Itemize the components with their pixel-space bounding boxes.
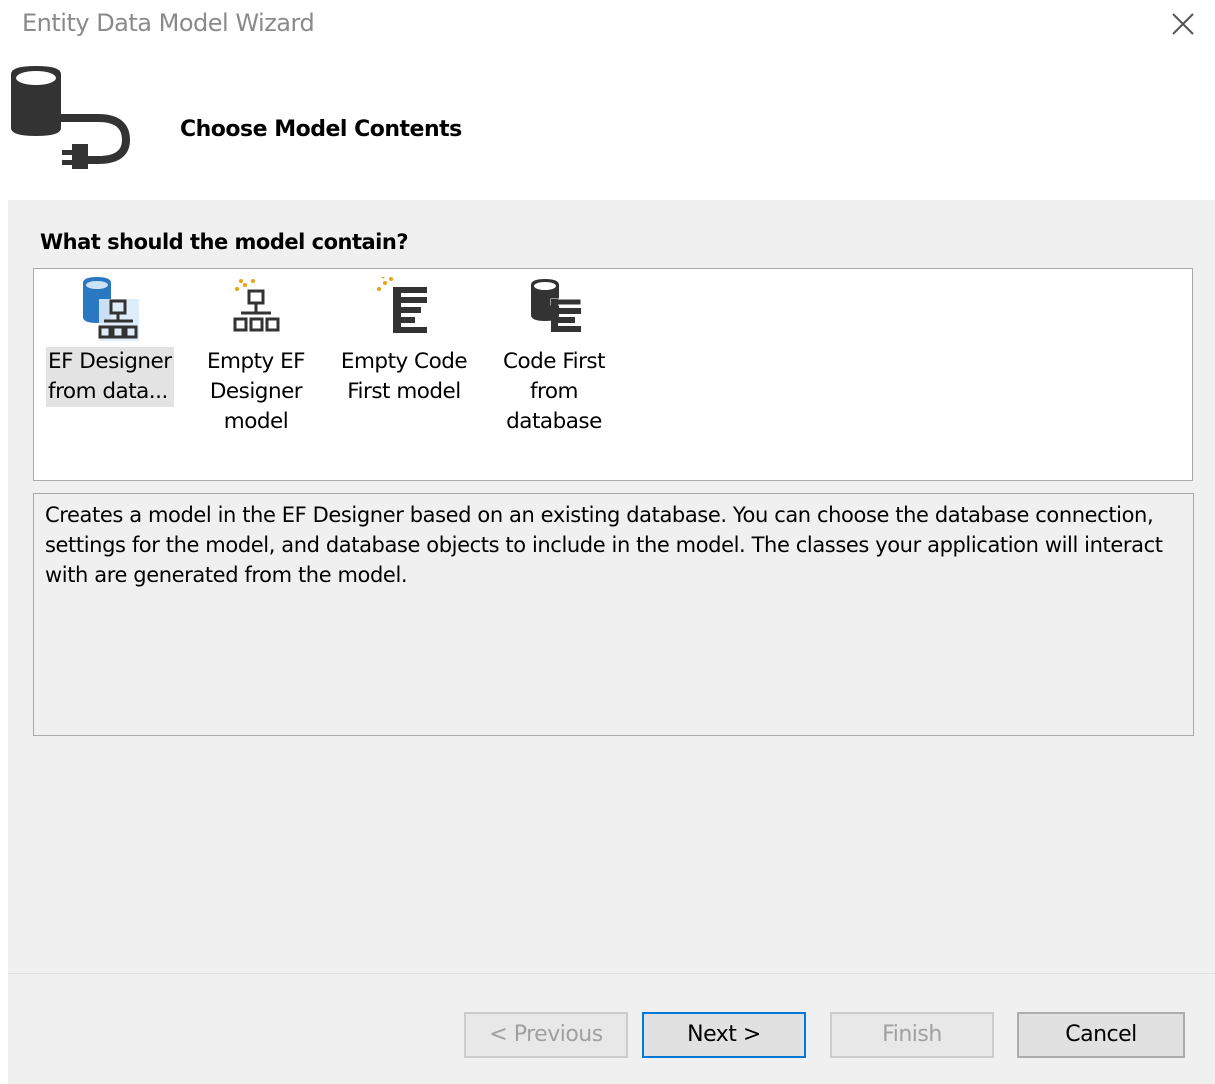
database-plug-icon [11,66,131,169]
empty-ef-designer-icon [233,279,280,332]
model-contents-prompt: What should the model contain? [40,230,409,254]
finish-button[interactable]: Finish [830,1012,994,1058]
model-type-list[interactable]: EF Designer from data... Empty EF Design… [33,268,1193,481]
content-panel: What should the model contain? EF Design… [8,200,1215,973]
choice-empty-ef-designer-model[interactable]: Empty EF Designer model [196,277,316,437]
wizard-header: Choose Model Contents [0,50,1215,200]
empty-code-first-icon [377,277,427,333]
close-icon[interactable] [1165,6,1201,42]
next-button[interactable]: Next > [642,1012,806,1058]
choice-label: EF Designer from data... [46,347,174,407]
choice-description: Creates a model in the EF Designer based… [33,493,1194,736]
choice-label: Empty EF Designer model [206,349,306,434]
choice-ef-designer-from-database[interactable]: EF Designer from data... [46,277,174,407]
window-title: Entity Data Model Wizard [22,9,315,37]
choice-empty-code-first-model[interactable]: Empty Code First model [334,277,474,407]
wizard-footer: < Previous Next > Finish Cancel [8,973,1215,1084]
title-bar: Entity Data Model Wizard [0,0,1215,50]
previous-button[interactable]: < Previous [464,1012,628,1058]
choice-label: Code First from database [502,349,606,434]
code-first-database-icon [531,279,582,332]
choice-code-first-from-database[interactable]: Code First from database [494,277,614,437]
ef-designer-database-icon [83,277,139,341]
choice-label: Empty Code First model [340,349,468,404]
step-title: Choose Model Contents [180,117,462,142]
cancel-button[interactable]: Cancel [1017,1012,1185,1058]
